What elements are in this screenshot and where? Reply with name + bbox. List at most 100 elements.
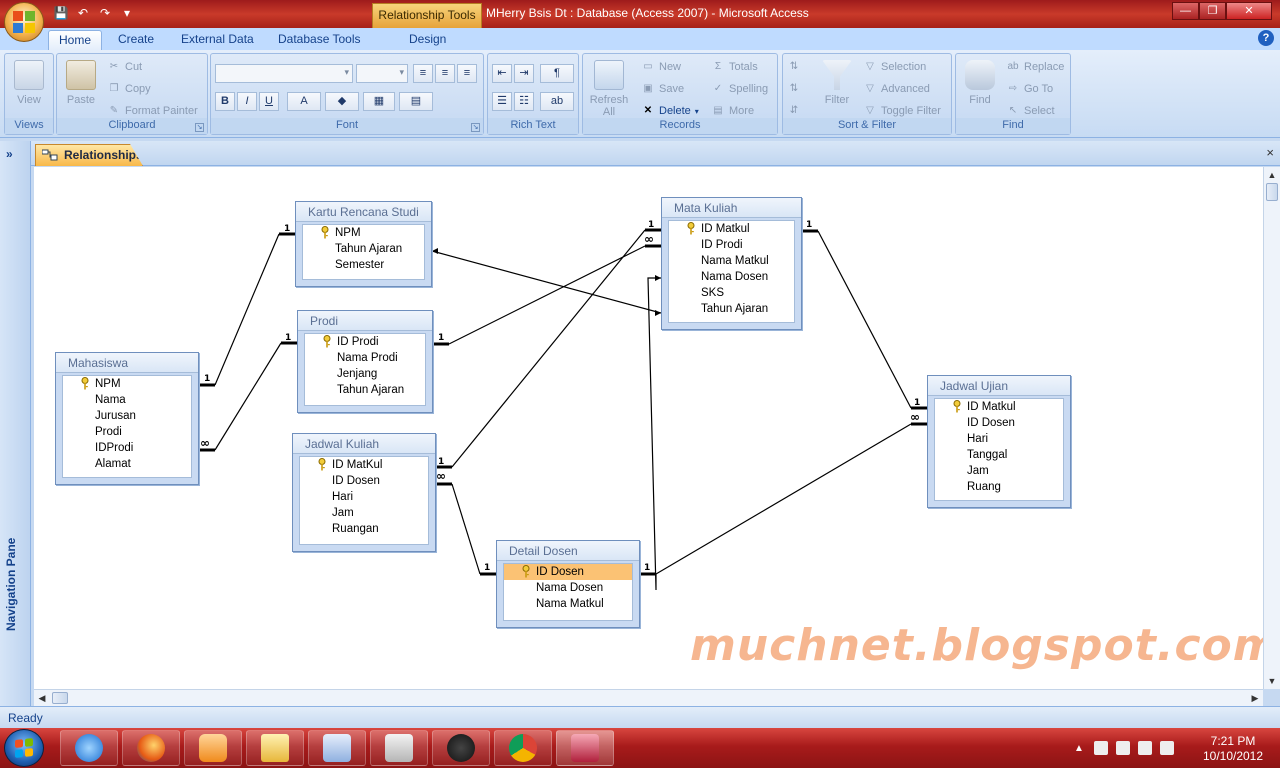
- tray-network-icon[interactable]: [1137, 741, 1152, 755]
- go-to-button[interactable]: ⇨ Go To: [1006, 80, 1053, 98]
- align-center-button[interactable]: ≡: [435, 64, 455, 83]
- field-id-matkul[interactable]: ID MatKul: [300, 457, 428, 473]
- field-sks[interactable]: SKS: [669, 285, 794, 301]
- clipboard-dialog-launcher[interactable]: ↘: [195, 123, 204, 132]
- numbering-button[interactable]: ☷: [514, 92, 534, 111]
- field-npm[interactable]: NPM: [303, 225, 424, 241]
- field-list[interactable]: ID Dosen Nama Dosen Nama Matkul: [503, 563, 633, 621]
- spelling-button[interactable]: ✓ Spelling: [711, 80, 768, 98]
- bold-button[interactable]: B: [215, 92, 235, 111]
- horizontal-scroll-thumb[interactable]: [52, 692, 68, 704]
- tray-expand-icon[interactable]: ▲: [1074, 743, 1084, 754]
- field-hari[interactable]: Hari: [935, 431, 1063, 447]
- fill-color-button[interactable]: ◆: [325, 92, 359, 111]
- taskbar-app-7[interactable]: [432, 730, 490, 766]
- field-jurusan[interactable]: Jurusan: [63, 408, 191, 424]
- field-id-prodi[interactable]: ID Prodi: [305, 334, 425, 350]
- replace-button[interactable]: ab Replace: [1006, 58, 1064, 76]
- field-list[interactable]: ID Matkul ID Dosen Hari Tanggal Jam Ruang: [934, 398, 1064, 501]
- relationship-detaildosen-jadwalujian[interactable]: [655, 423, 912, 575]
- field-semester[interactable]: Semester: [303, 257, 424, 273]
- field-id-dosen[interactable]: ID Dosen: [504, 564, 632, 580]
- new-record-button[interactable]: ▭ New: [641, 58, 681, 76]
- tab-create[interactable]: Create: [108, 30, 164, 50]
- scroll-left-icon[interactable]: ◀: [34, 690, 50, 706]
- field-id-dosen[interactable]: ID Dosen: [300, 473, 428, 489]
- field-nama-dosen[interactable]: Nama Dosen: [669, 269, 794, 285]
- tray-flag-icon[interactable]: [1093, 741, 1108, 755]
- navigation-pane-label[interactable]: Navigation Pane: [4, 538, 18, 631]
- taskbar-explorer[interactable]: [246, 730, 304, 766]
- field-hari[interactable]: Hari: [300, 489, 428, 505]
- relationship-mahasiswa-prodi[interactable]: [214, 342, 282, 451]
- font-dialog-launcher[interactable]: ↘: [471, 123, 480, 132]
- field-list[interactable]: NPM Nama Jurusan Prodi IDProdi Alamat: [62, 375, 192, 478]
- taskbar-media-player[interactable]: [184, 730, 242, 766]
- table-jadwal-ujian[interactable]: Jadwal Ujian ID Matkul ID Dosen Hari Tanggal…: [927, 375, 1071, 508]
- table-title[interactable]: Jadwal Kuliah: [293, 434, 435, 454]
- relationship-matakuliah-jadwalujian[interactable]: [817, 230, 912, 409]
- start-button[interactable]: [4, 729, 44, 767]
- copy-button[interactable]: ❐ Copy: [107, 80, 151, 98]
- field-tahun-ajaran[interactable]: Tahun Ajaran: [305, 382, 425, 398]
- field-idprodi[interactable]: IDProdi: [63, 440, 191, 456]
- refresh-all-button[interactable]: Refresh All: [587, 58, 631, 118]
- underline-button[interactable]: U: [259, 92, 279, 111]
- decrease-indent-button[interactable]: ⇤: [492, 64, 512, 83]
- table-mata-kuliah[interactable]: Mata Kuliah ID Matkul ID Prodi Nama Matkul N…: [661, 197, 802, 330]
- table-title[interactable]: Prodi: [298, 311, 432, 331]
- save-record-button[interactable]: ▣ Save: [641, 80, 684, 98]
- navigation-pane[interactable]: » Navigation Pane: [0, 141, 31, 706]
- table-title[interactable]: Mata Kuliah: [662, 198, 801, 218]
- cut-button[interactable]: ✂ Cut: [107, 58, 142, 76]
- field-list[interactable]: ID MatKul ID Dosen Hari Jam Ruangan: [299, 456, 429, 545]
- field-id-matkul[interactable]: ID Matkul: [935, 399, 1063, 415]
- scroll-right-icon[interactable]: ▶: [1247, 690, 1263, 706]
- field-tanggal[interactable]: Tanggal: [935, 447, 1063, 463]
- vertical-scrollbar[interactable]: ▲ ▼: [1263, 167, 1280, 689]
- table-title[interactable]: Kartu Rencana Studi: [296, 202, 431, 222]
- align-right-button[interactable]: ≡: [457, 64, 477, 83]
- relationships-canvas[interactable]: 1 1 ∞ 1 1 ∞ 1 1 ∞ 1 1 1 1 ∞ Kartu Rencana Studi NPM Tah…: [34, 167, 1279, 689]
- filter-button[interactable]: Filter: [817, 58, 857, 106]
- field-ruangan[interactable]: Ruangan: [300, 521, 428, 537]
- horizontal-scrollbar[interactable]: ◀ ▶: [34, 689, 1263, 706]
- taskbar-app-6[interactable]: [370, 730, 428, 766]
- table-kartu-rencana-studi[interactable]: Kartu Rencana Studi NPM Tahun Ajaran Semest…: [295, 201, 432, 287]
- highlight-button[interactable]: ab: [540, 92, 574, 111]
- paste-button[interactable]: Paste: [61, 58, 101, 106]
- field-tahun-ajaran[interactable]: Tahun Ajaran: [303, 241, 424, 257]
- sort-ascending-button[interactable]: ⇅: [787, 58, 801, 76]
- field-nama-prodi[interactable]: Nama Prodi: [305, 350, 425, 366]
- nav-pane-toggle-button[interactable]: »: [6, 147, 13, 161]
- customize-qat-icon[interactable]: ▾: [118, 5, 136, 21]
- align-left-button[interactable]: ≡: [413, 64, 433, 83]
- tab-design[interactable]: Design: [399, 30, 456, 50]
- advanced-button[interactable]: ▽ Advanced: [863, 80, 930, 98]
- undo-icon[interactable]: ↶: [74, 5, 92, 21]
- font-color-button[interactable]: A: [287, 92, 321, 111]
- relationship-jadwalkuliah-matakuliah[interactable]: [451, 229, 646, 468]
- tray-volume-icon[interactable]: [1159, 741, 1174, 755]
- vertical-scroll-thumb[interactable]: [1266, 183, 1278, 201]
- font-name-combo[interactable]: [215, 64, 353, 83]
- paragraph-direction-button[interactable]: ¶: [540, 64, 574, 83]
- tab-relationships[interactable]: Relationships: [35, 144, 143, 166]
- field-tahun-ajaran[interactable]: Tahun Ajaran: [669, 301, 794, 317]
- field-npm[interactable]: NPM: [63, 376, 191, 392]
- field-nama[interactable]: Nama: [63, 392, 191, 408]
- field-ruang[interactable]: Ruang: [935, 479, 1063, 495]
- scroll-down-icon[interactable]: ▼: [1264, 673, 1280, 689]
- help-icon[interactable]: ?: [1258, 30, 1274, 46]
- bullets-button[interactable]: ☰: [492, 92, 512, 111]
- clock[interactable]: 7:21 PM 10/10/2012: [1196, 734, 1270, 764]
- font-size-combo[interactable]: [356, 64, 408, 83]
- scroll-up-icon[interactable]: ▲: [1264, 167, 1280, 183]
- gridlines-button[interactable]: ▦: [363, 92, 395, 111]
- office-button[interactable]: [4, 2, 44, 42]
- field-nama-dosen[interactable]: Nama Dosen: [504, 580, 632, 596]
- field-id-prodi[interactable]: ID Prodi: [669, 237, 794, 253]
- redo-icon[interactable]: ↷: [96, 5, 114, 21]
- restore-button[interactable]: ❐: [1199, 2, 1226, 20]
- sort-descending-button[interactable]: ⇅: [787, 80, 801, 98]
